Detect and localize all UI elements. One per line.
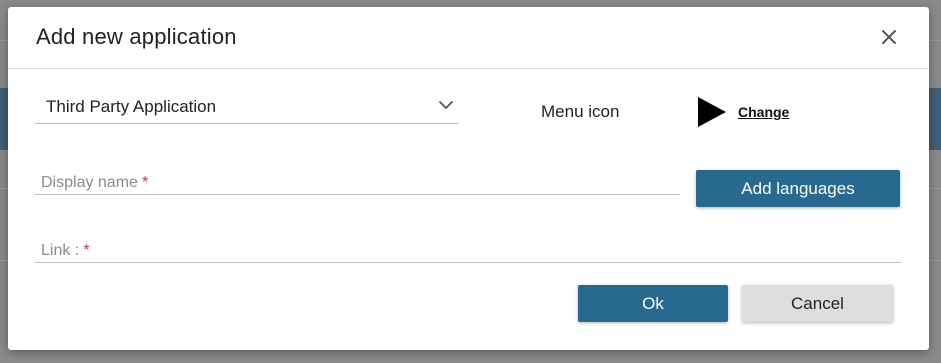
application-type-select[interactable]: Third Party Application (35, 93, 459, 124)
cancel-button[interactable]: Cancel (742, 285, 893, 322)
required-mark: * (83, 242, 90, 259)
display-name-field[interactable]: Display name * (35, 170, 680, 195)
chevron-down-icon (439, 101, 453, 109)
link-placeholder: Link : * (41, 242, 90, 259)
display-name-placeholder: Display name * (41, 174, 149, 191)
close-icon (882, 30, 896, 44)
application-type-value: Third Party Application (46, 97, 217, 116)
dialog-title: Add new application (36, 24, 237, 49)
required-mark: * (141, 174, 149, 191)
add-application-dialog: Add new application Third Party Applicat… (8, 7, 929, 350)
ok-button[interactable]: Ok (578, 285, 728, 322)
change-icon-link[interactable]: Change (738, 104, 789, 120)
menu-icon-label: Menu icon (541, 102, 620, 121)
dialog-header: Add new application (8, 7, 929, 69)
add-languages-button[interactable]: Add languages (696, 170, 900, 207)
close-button[interactable] (876, 24, 902, 50)
link-field[interactable]: Link : * (35, 237, 901, 263)
play-triangle-icon (698, 97, 726, 127)
